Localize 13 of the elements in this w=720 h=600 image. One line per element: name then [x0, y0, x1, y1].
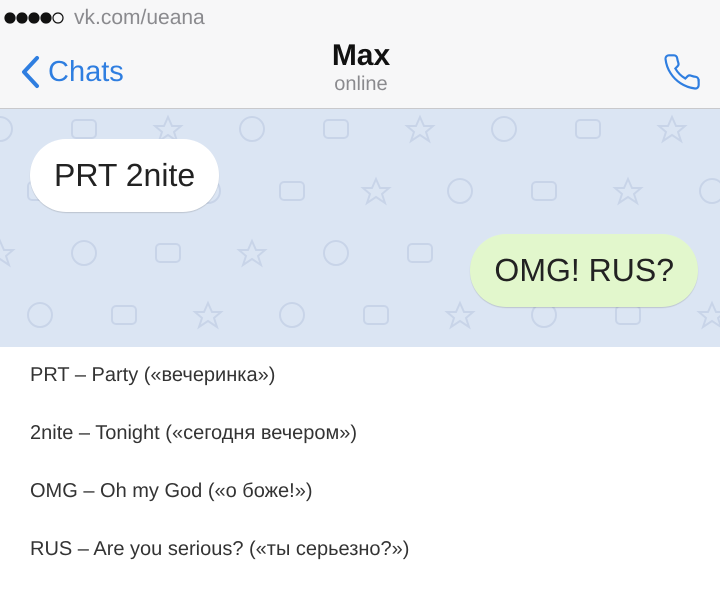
contact-name: Max [332, 38, 390, 72]
message-bubble: OMG! RUS? [470, 234, 698, 307]
status-text: online [334, 72, 388, 96]
back-button[interactable]: Chats [20, 55, 124, 89]
glossary-line: PRT – Party («вечеринка») [30, 364, 276, 387]
chevron-icon [20, 55, 40, 89]
glossary-line: RUS – Are you serious? («ты серьезно?») [30, 538, 410, 561]
message-bubble: PRT 2nite [30, 139, 220, 212]
glossary-line: OMG – Oh my God («о боже!») [30, 480, 314, 503]
phone-icon[interactable] [662, 52, 702, 92]
carrier-text: vk.com/ueana [74, 6, 205, 30]
signal-icon [4, 12, 64, 24]
glossary-line: 2nite – Tonight («сегодня вечером») [30, 422, 358, 445]
